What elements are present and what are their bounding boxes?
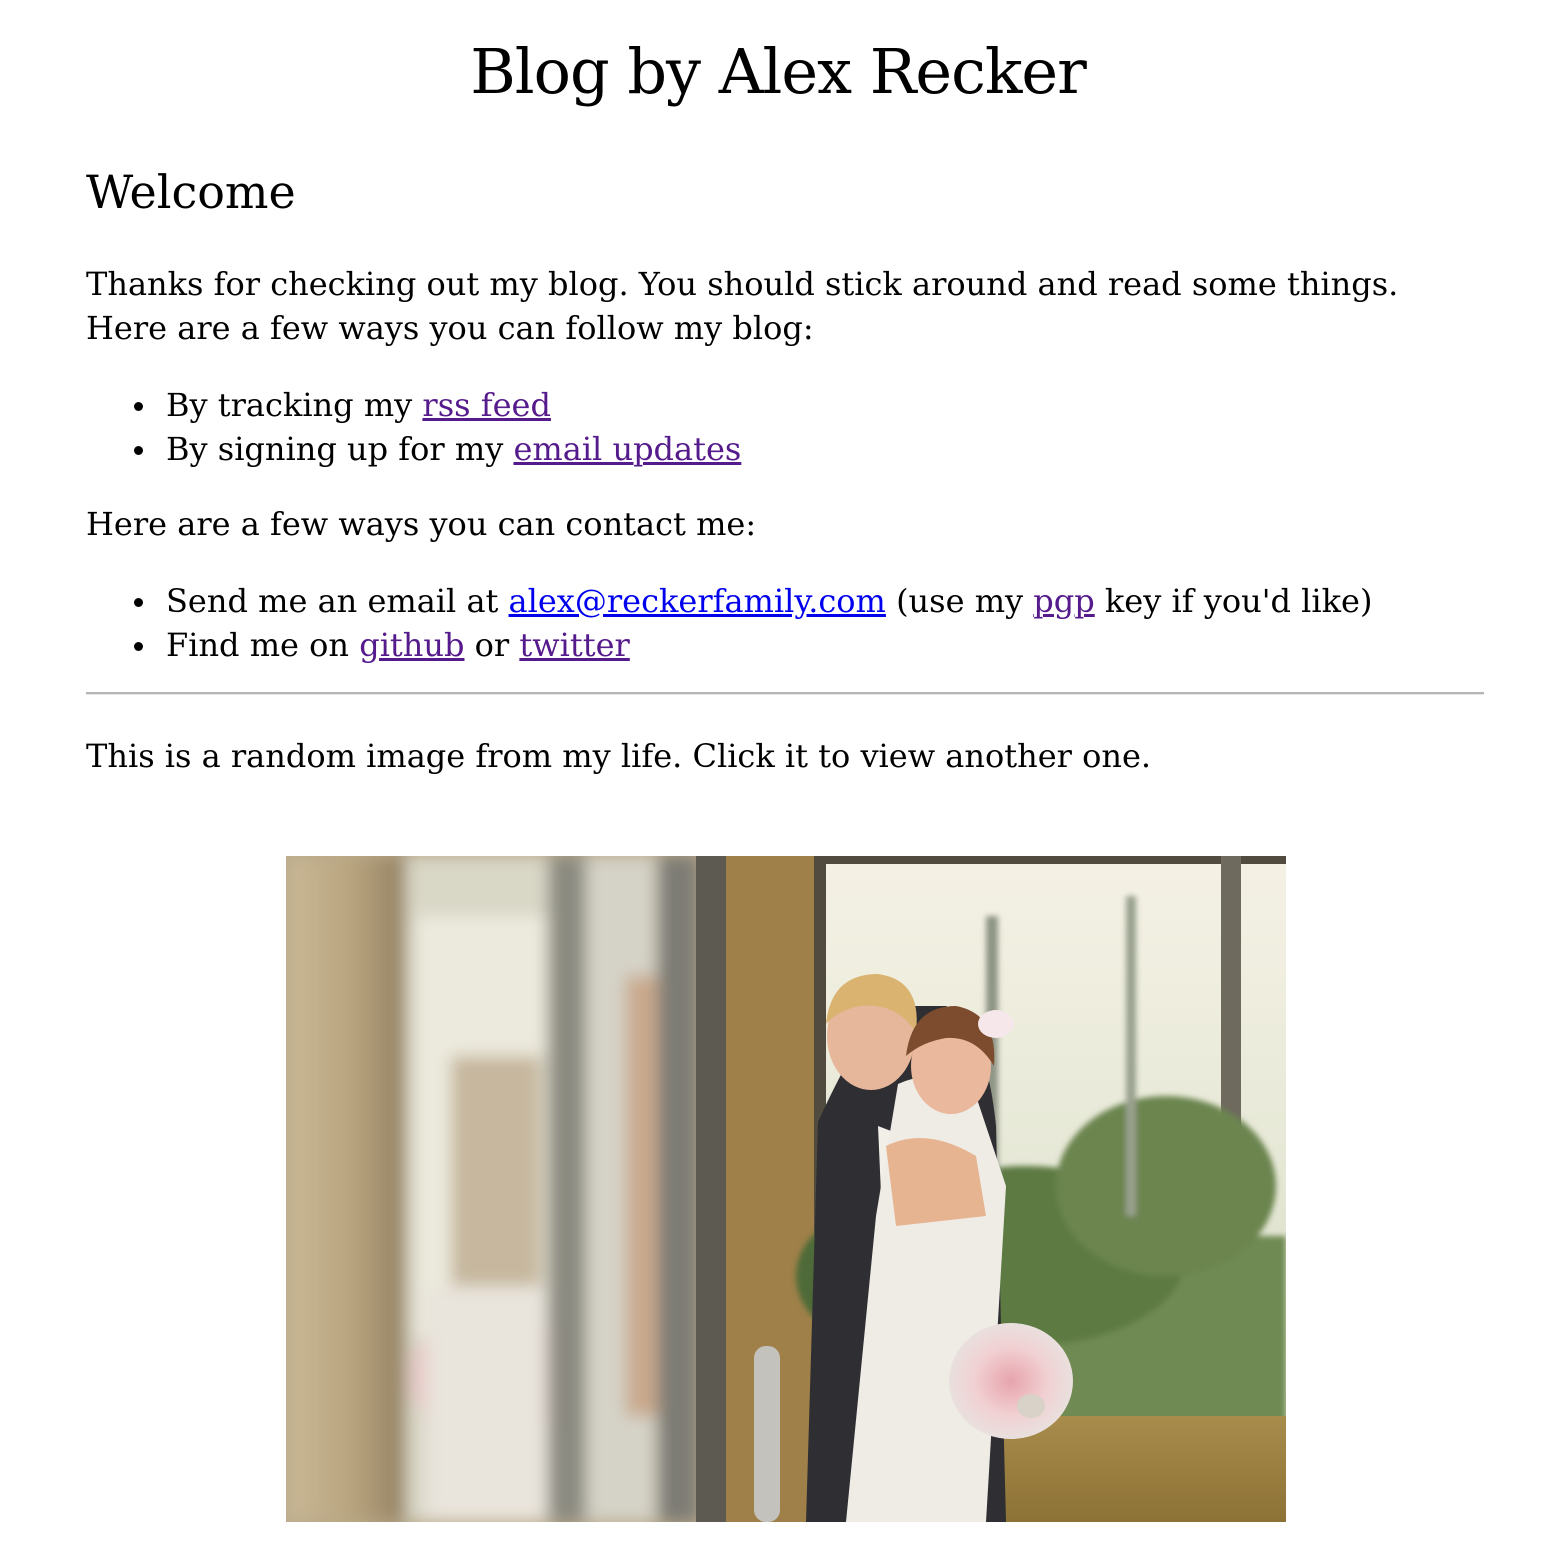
list-item-text: Send me an email at — [166, 582, 509, 620]
list-item: Find me on github or twitter — [134, 623, 1486, 667]
random-photo[interactable] — [286, 856, 1286, 1522]
twitter-link[interactable]: twitter — [519, 626, 629, 664]
pgp-key-link[interactable]: pgp — [1033, 582, 1094, 620]
wedding-photo-image — [286, 856, 1286, 1522]
github-link[interactable]: github — [359, 626, 464, 664]
list-item-text: Find me on — [166, 626, 360, 664]
contact-intro: Here are a few ways you can contact me: — [86, 505, 757, 543]
email-updates-link[interactable]: email updates — [513, 430, 741, 468]
list-item-text: By signing up for my — [166, 430, 514, 468]
list-item-text: (use my — [885, 582, 1034, 620]
list-item-text: By tracking my — [166, 386, 423, 424]
follow-list: By tracking my rss feed By signing up fo… — [86, 383, 1486, 471]
list-item: By tracking my rss feed — [134, 383, 1486, 427]
contact-list: Send me an email at alex@reckerfamily.co… — [86, 579, 1486, 667]
welcome-intro: Thanks for checking out my blog. You sho… — [86, 265, 1399, 347]
page-title: Blog by Alex Recker — [470, 35, 1087, 108]
list-item-text: or — [464, 626, 520, 664]
email-address-link[interactable]: alex@reckerfamily.com — [509, 582, 886, 620]
divider — [86, 692, 1484, 695]
rss-feed-link[interactable]: rss feed — [422, 386, 551, 424]
list-item: Send me an email at alex@reckerfamily.co… — [134, 579, 1486, 623]
random-image-caption: This is a random image from my life. Cli… — [86, 737, 1152, 775]
list-item-text: key if you'd like) — [1094, 582, 1373, 620]
list-item: By signing up for my email updates — [134, 427, 1486, 471]
welcome-heading: Welcome — [86, 165, 296, 219]
